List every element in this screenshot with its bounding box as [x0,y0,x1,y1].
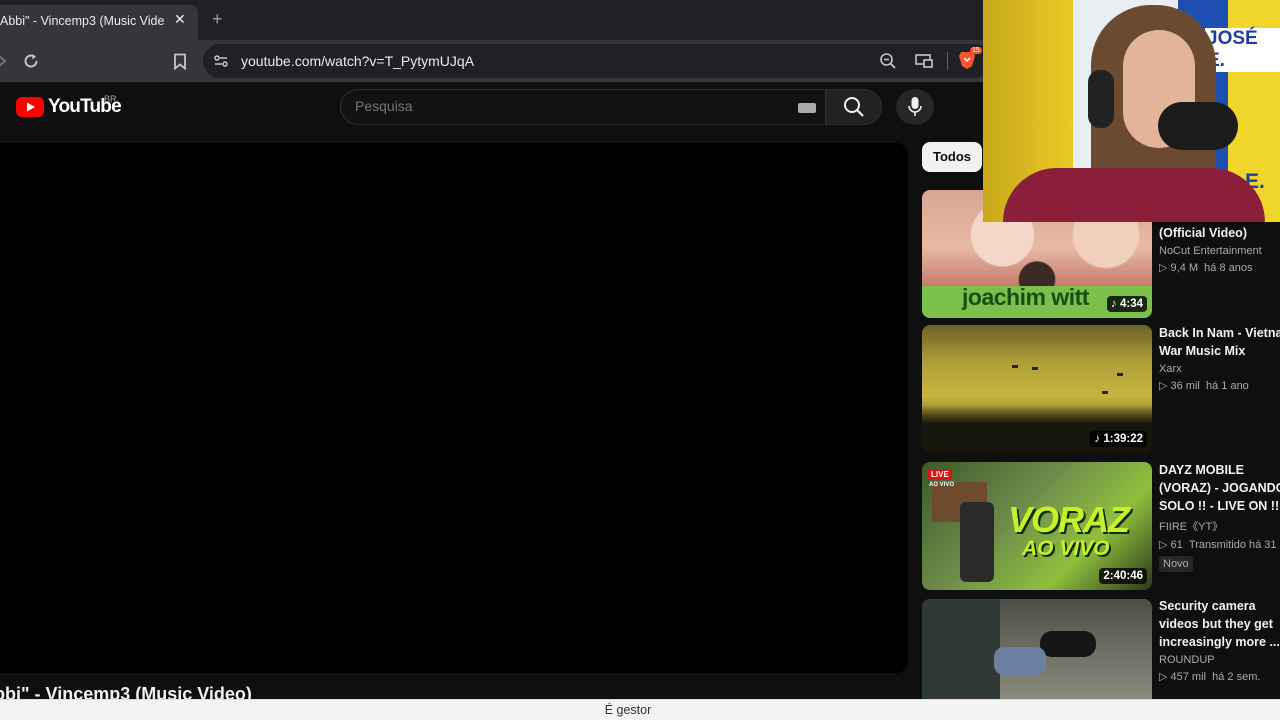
status-text: É gestor [604,703,652,717]
rec-age: há 1 ano [1205,380,1249,392]
tab-close-icon[interactable]: ✕ [174,11,186,28]
rec-views: 9,4 M [1170,262,1199,274]
flag-text: JOSÉ E. [1205,28,1280,72]
microphone-icon [908,97,922,116]
rec-title: SOLO !! - LIVE ON !! [1159,499,1280,513]
cast-icon[interactable] [915,53,933,74]
live-sub-label: AO VIVO [929,482,955,488]
headphones-icon [1088,70,1114,128]
reload-icon[interactable] [15,40,47,82]
helicopter-shape [1012,365,1018,368]
rec-title: War Music Mix [1159,344,1246,358]
new-tab-icon[interactable]: + [212,8,223,30]
rec-views: 61 [1170,539,1183,551]
phone-shape [960,502,994,582]
rec-info-1[interactable]: (Official Video) NoCut Entertainment ▷ 9… [1159,224,1280,274]
rec-info-2[interactable]: Back In Nam - Vietnam War Music Mix Xarx… [1159,324,1280,392]
shield-count-badge: 15 [970,47,982,54]
thumbnail-caption: joachim witt [962,284,1089,310]
search-input[interactable] [355,98,755,114]
rec-meta: ▷ 9,4 M há 8 anos [1159,262,1253,274]
thumbnail-subcaption: AO VIVO [1022,537,1110,560]
country-code: BR [104,94,117,104]
rec-title: Security camera [1159,599,1256,613]
toolbar-divider [947,52,948,70]
rec-info-4[interactable]: Security camera videos but they get incr… [1159,597,1280,683]
rec-title: (VORAZ) - JOGANDO [1159,481,1280,495]
rec-title: DAYZ MOBILE [1159,463,1244,477]
rec-meta: ▷ 61 Transmitido há 31 [1159,539,1277,551]
rec-age: Transmitido há 31 [1188,539,1277,551]
webcam-overlay: JOSÉ E. E. [983,0,1280,222]
rec-channel: ROUNDUP [1159,654,1215,666]
rec-channel: FIIRE《YT》 [1159,521,1224,533]
rec-title: Back In Nam - Vietnam [1159,326,1280,340]
rec-meta: ▷ 457 mil há 2 sem. [1159,671,1261,683]
address-bar[interactable]: youtube.com/watch?v=T_PytymUJqA 15 [203,44,993,78]
site-info-icon[interactable] [213,53,229,74]
bull-shape [1040,631,1096,657]
microphone-icon [1158,102,1238,150]
thumbnail-caption: VORAZ [1008,499,1130,540]
brave-shield-icon[interactable]: 15 [958,47,982,75]
rec-thumbnail-4[interactable] [922,599,1152,699]
duration-text: 1:39:22 [1103,433,1143,445]
status-bar: É gestor [0,699,1280,720]
rec-channel: Xarx [1159,363,1182,375]
helicopter-shape [1102,391,1108,394]
rec-views: 36 mil [1170,380,1200,392]
duration-text: 4:34 [1119,298,1143,310]
new-badge: Novo [1159,556,1193,572]
rec-info-3[interactable]: DAYZ MOBILE (VORAZ) - JOGANDO SOLO !! - … [1159,461,1280,572]
rec-thumbnail-3[interactable]: LIVE AO VIVO VORAZ AO VIVO 2:40:46 [922,462,1152,590]
thumbnail-image [922,599,1000,699]
duration-badge: ♪ 4:34 [1107,296,1147,312]
helicopter-shape [1032,367,1038,370]
duration-badge: ♪ 1:39:22 [1090,431,1147,447]
person-shape [994,647,1046,675]
browser-tab[interactable]: Abbi" - Vincemp3 (Music Video ✕ [0,5,198,40]
search-button[interactable] [826,89,882,125]
bookmark-icon[interactable] [164,40,196,82]
rec-meta: ▷ 36 mil há 1 ano [1159,380,1249,392]
rec-thumbnail-2[interactable]: ♪ 1:39:22 [922,325,1152,453]
voice-search-button[interactable] [896,89,934,125]
keyboard-icon[interactable] [798,103,816,113]
url-text: youtube.com/watch?v=T_PytymUJqA [241,53,475,69]
zoom-out-icon[interactable] [879,52,897,75]
rec-age: há 2 sem. [1212,671,1261,683]
helicopter-shape [1117,373,1123,376]
rec-age: há 8 anos [1204,262,1253,274]
rec-views: 457 mil [1170,671,1206,683]
chip-todos[interactable]: Todos [922,142,983,172]
tab-title: Abbi" - Vincemp3 (Music Video [0,14,165,28]
search-icon [843,97,864,117]
duration-badge: 2:40:46 [1099,568,1147,584]
search-box[interactable] [340,89,826,125]
video-player[interactable] [0,143,908,673]
live-badge: LIVE [928,469,952,480]
rec-title: videos but they get [1159,617,1273,631]
shirt-shape [1003,168,1265,222]
rec-channel: NoCut Entertainment [1159,245,1262,257]
youtube-play-icon [16,97,44,117]
rec-title: increasingly more ... [1159,635,1280,649]
rec-title: (Official Video) [1159,226,1247,240]
